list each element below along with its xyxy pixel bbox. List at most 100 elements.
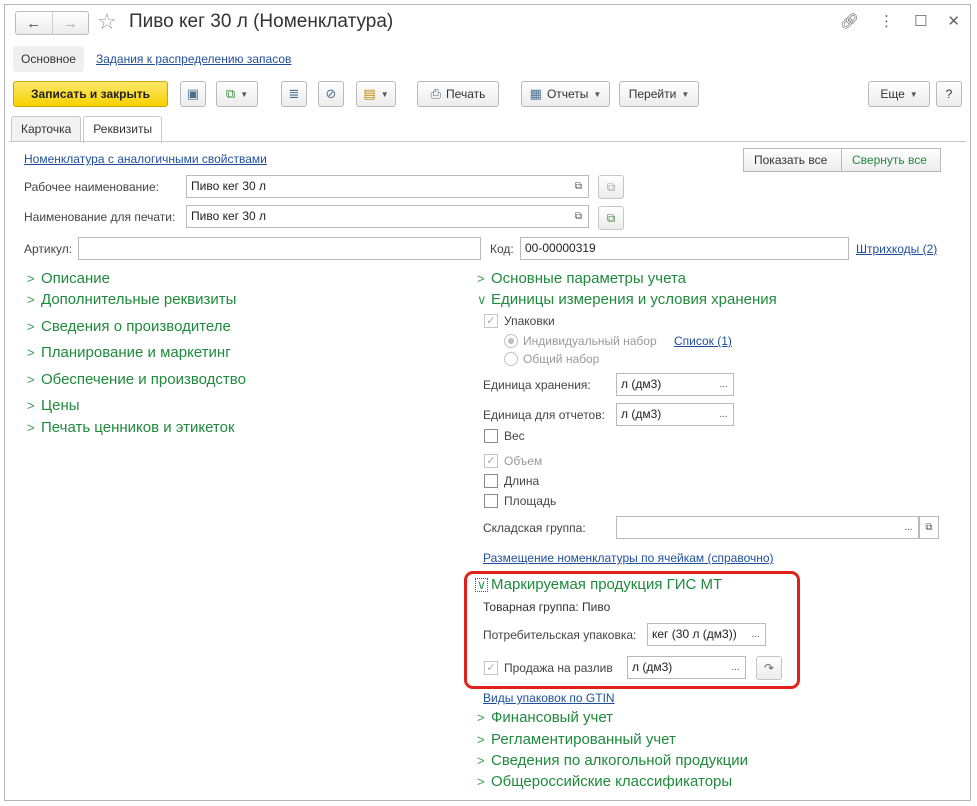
area-checkbox[interactable] (484, 494, 498, 508)
consumer-pack-label: Потребительская упаковка: (483, 628, 637, 642)
attach-button[interactable]: ⊘ (318, 81, 344, 107)
chevron-down-icon: ▼ (909, 89, 918, 99)
more-button[interactable]: Еще ▼ (868, 81, 930, 107)
group-supply[interactable]: > Обеспечение и производство (27, 371, 246, 388)
open-icon[interactable]: ⧉ (919, 516, 939, 539)
chevron-right-icon: > (477, 774, 485, 789)
chevron-right-icon: > (477, 710, 485, 725)
tab-requisites[interactable]: Реквизиты (83, 116, 163, 143)
packages-checkbox[interactable]: ✓ (484, 314, 498, 328)
group-label: Планирование и маркетинг (41, 344, 231, 361)
consumer-pack-field[interactable]: кег (30 л (дм3)) (647, 623, 747, 646)
tab-divider (9, 141, 966, 142)
favorite-star-icon[interactable]: ☆ (97, 9, 117, 35)
chevron-right-icon: > (27, 292, 35, 307)
form-tabs: Карточка Реквизиты (11, 116, 164, 143)
redo-arrow-icon[interactable]: ↷ (756, 656, 782, 680)
list-button[interactable]: ≣ (281, 81, 307, 107)
draft-sale-checkbox[interactable]: ✓ (484, 661, 498, 675)
copy-name-icon[interactable]: ⧉ (598, 175, 624, 199)
help-button[interactable]: ? (936, 81, 962, 107)
chevron-right-icon: > (477, 732, 485, 747)
printer-icon: ⎙ (430, 86, 442, 101)
save-button[interactable]: ▣ (180, 81, 206, 107)
item-form-window: ← → ☆ Пиво кег 30 л (Номенклатура) 🔗︎ ⋮ … (4, 4, 971, 801)
storage-unit-label: Единица хранения: (483, 378, 591, 392)
group-regulated[interactable]: > Регламентированный учет (477, 731, 676, 748)
print-name-field[interactable]: Пиво кег 30 л (186, 205, 570, 228)
group-prices[interactable]: > Цены (27, 397, 80, 414)
group-description[interactable]: > Описание (27, 270, 110, 287)
storage-unit-field[interactable]: л (дм3) (616, 373, 715, 396)
group-alcohol[interactable]: > Сведения по алкогольной продукции (477, 752, 748, 769)
link-icon[interactable]: 🔗︎ (840, 12, 859, 30)
show-all-button[interactable]: Показать все (743, 148, 842, 172)
report-icon: ▦ (529, 86, 542, 101)
collapse-all-button[interactable]: Свернуть все (841, 148, 941, 172)
chevron-down-icon: ▼ (380, 89, 389, 99)
code-field[interactable]: 00-00000319 (520, 237, 849, 260)
length-checkbox[interactable] (484, 474, 498, 488)
placement-link[interactable]: Размещение номенклатуры по ячейкам (спра… (483, 551, 774, 565)
close-icon[interactable]: ✕ (947, 12, 960, 30)
goto-button[interactable]: Перейти ▼ (619, 81, 699, 107)
report-unit-field[interactable]: л (дм3) (616, 403, 715, 426)
tab-main[interactable]: Основное (13, 46, 84, 72)
related-docs-button[interactable]: ▤ ▼ (356, 81, 396, 107)
group-main-params[interactable]: > Основные параметры учета (477, 270, 686, 287)
group-label: Сведения по алкогольной продукции (491, 752, 749, 769)
maximize-icon[interactable]: ☐ (914, 12, 927, 30)
group-financial[interactable]: > Финансовый учет (477, 709, 613, 726)
create-based-button[interactable]: ⧉ ▼ (216, 81, 258, 107)
warehouse-group-field[interactable] (616, 516, 903, 539)
group-planning[interactable]: > Планирование и маркетинг (27, 344, 231, 361)
work-name-field[interactable]: Пиво кег 30 л (186, 175, 570, 198)
gtin-link[interactable]: Виды упаковок по GTIN (483, 691, 615, 705)
common-set-label: Общий набор (523, 352, 600, 366)
group-label: Дополнительные реквизиты (41, 291, 237, 308)
draft-sale-field[interactable]: л (дм3) (627, 656, 727, 679)
reports-button[interactable]: ▦ Отчеты ▼ (521, 81, 610, 107)
open-icon[interactable]: ⧉ (569, 175, 589, 198)
print-button[interactable]: ⎙ Печать (417, 81, 499, 107)
common-set-radio[interactable] (504, 352, 518, 366)
chevron-right-icon: > (27, 319, 35, 334)
group-price-tags[interactable]: > Печать ценников и этикеток (27, 419, 235, 436)
group-units[interactable]: ∨ Единицы измерения и условия хранения (477, 291, 777, 308)
create-based-icon: ⧉ (225, 86, 236, 101)
select-icon[interactable]: ... (726, 656, 746, 679)
group-label: Регламентированный учет (491, 731, 676, 748)
product-group-label: Товарная группа: Пиво (483, 600, 611, 614)
volume-checkbox[interactable]: ✓ (484, 454, 498, 468)
group-extra-requisites[interactable]: > Дополнительные реквизиты (27, 291, 236, 308)
article-field[interactable] (78, 237, 481, 260)
warehouse-group-label: Складская группа: (483, 521, 586, 535)
open-icon[interactable]: ⧉ (569, 205, 589, 228)
group-label: Единицы измерения и условия хранения (491, 291, 777, 308)
group-manufacturer[interactable]: > Сведения о производителе (27, 318, 231, 335)
chevron-down-icon: ▼ (593, 89, 602, 99)
select-icon[interactable]: ... (746, 623, 766, 646)
work-name-label: Рабочее наименование: (24, 180, 159, 194)
analog-items-link[interactable]: Номенклатура с аналогичными свойствами (24, 152, 267, 166)
group-label: Сведения о производителе (41, 318, 231, 335)
back-button[interactable]: ← (16, 12, 52, 34)
group-classifiers[interactable]: > Общероссийские классификаторы (477, 773, 732, 790)
fill-name-icon[interactable]: ⧉ (598, 206, 624, 230)
more-icon[interactable]: ⋮ (879, 12, 894, 30)
select-icon[interactable]: ... (714, 403, 734, 426)
save-close-button[interactable]: Записать и закрыть (13, 81, 168, 107)
individual-set-radio[interactable] (504, 334, 518, 348)
group-marked-products[interactable]: ∨ Маркируемая продукция ГИС МТ (475, 576, 722, 593)
tab-card[interactable]: Карточка (11, 116, 82, 142)
weight-checkbox[interactable] (484, 429, 498, 443)
barcodes-link[interactable]: Штрихкоды (2) (856, 242, 937, 256)
chevron-right-icon: > (27, 420, 35, 435)
individual-set-label: Индивидуальный набор (523, 334, 657, 348)
select-icon[interactable]: ... (714, 373, 734, 396)
forward-button[interactable]: → (51, 12, 89, 34)
tab-stock-tasks[interactable]: Задания к распределению запасов (96, 52, 291, 66)
window-controls: 🔗︎ ⋮ ☐ ✕ (840, 12, 960, 30)
packages-list-link[interactable]: Список (1) (674, 334, 732, 348)
select-icon[interactable]: ... (899, 516, 919, 539)
